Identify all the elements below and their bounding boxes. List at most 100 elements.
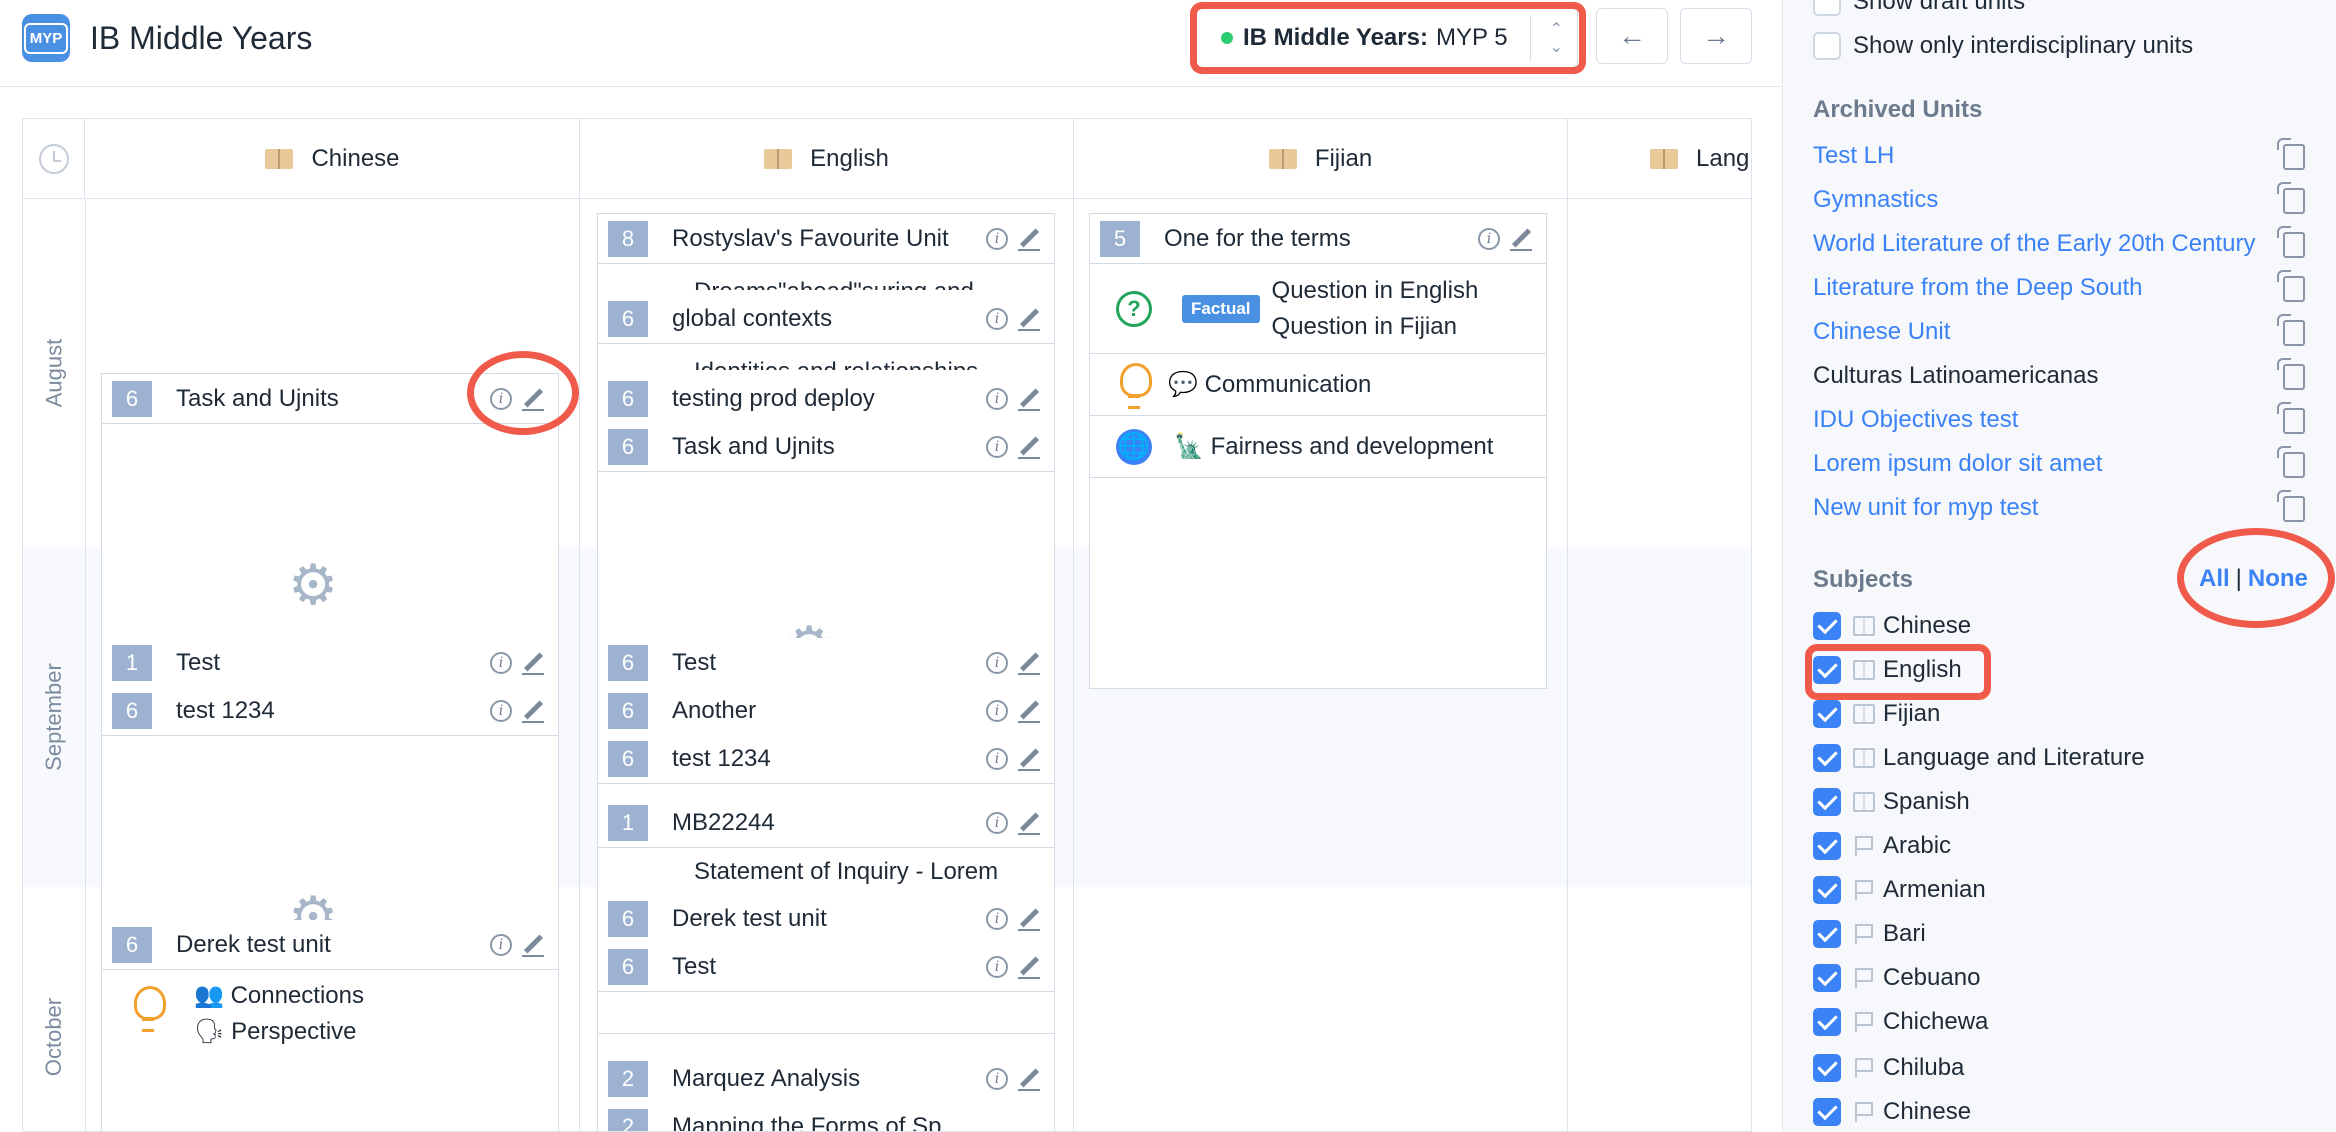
archived-unit-link[interactable]: Chinese Unit	[1813, 318, 2263, 346]
info-icon[interactable]: i	[1478, 227, 1500, 250]
subject-checkbox-arabic[interactable]	[1813, 832, 1841, 860]
edit-icon[interactable]	[522, 387, 544, 411]
restore-icon[interactable]	[2277, 226, 2305, 258]
info-icon[interactable]: i	[986, 387, 1008, 410]
info-icon[interactable]: i	[986, 1067, 1008, 1090]
info-icon[interactable]: i	[986, 307, 1008, 330]
info-icon[interactable]: i	[986, 227, 1008, 250]
edit-icon[interactable]	[522, 651, 544, 675]
restore-icon[interactable]	[2277, 446, 2305, 478]
edit-icon[interactable]	[1018, 811, 1040, 835]
subject-checkbox-chinese-2[interactable]	[1813, 1098, 1841, 1126]
restore-icon[interactable]	[2277, 270, 2305, 302]
unit-row[interactable]: 6 test 1234 i	[598, 734, 1054, 784]
subject-checkbox-fijian[interactable]	[1813, 700, 1841, 728]
archived-unit-link[interactable]: Literature from the Deep South	[1813, 274, 2263, 302]
info-icon[interactable]: i	[490, 699, 512, 722]
column-header-lang[interactable]: Lang	[1568, 119, 1751, 199]
subject-checkbox-chiluba[interactable]	[1813, 1054, 1841, 1082]
unit-row[interactable]: 2 Mapping the Forms of Sp	[598, 1102, 1054, 1131]
column-divider	[1073, 199, 1074, 1131]
prev-button[interactable]: ←	[1596, 8, 1668, 64]
edit-icon[interactable]	[1018, 651, 1040, 675]
info-icon[interactable]: i	[986, 651, 1008, 674]
app-logo[interactable]: MYP	[22, 14, 70, 62]
restore-icon[interactable]	[2277, 138, 2305, 170]
unit-title: Test	[672, 648, 717, 676]
unit-row[interactable]: 6 global contexts i	[598, 294, 1054, 344]
archived-unit-link[interactable]: Test LH	[1813, 142, 2263, 170]
unit-row[interactable]: 6 test 1234 i	[102, 686, 558, 736]
unit-title: Test	[176, 648, 221, 676]
unit-row[interactable]: 1 Test i	[102, 638, 558, 688]
info-icon[interactable]: i	[986, 435, 1008, 458]
subject-checkbox-language-and-literature[interactable]	[1813, 744, 1841, 772]
concept-text: Connections	[230, 982, 364, 1009]
unit-row[interactable]: 8 Rostyslav's Favourite Unit i	[598, 214, 1054, 264]
info-icon[interactable]: i	[490, 387, 512, 410]
subject-checkbox-chinese[interactable]	[1813, 612, 1841, 640]
show-idu-checkbox[interactable]	[1813, 32, 1841, 60]
edit-icon[interactable]	[1018, 955, 1040, 979]
info-icon[interactable]: i	[986, 955, 1008, 978]
archived-unit-link[interactable]: World Literature of the Early 20th Centu…	[1813, 230, 2259, 258]
edit-icon[interactable]	[1018, 699, 1040, 723]
info-icon[interactable]: i	[490, 651, 512, 674]
edit-icon[interactable]	[1018, 1067, 1040, 1091]
edit-icon[interactable]	[1018, 387, 1040, 411]
archived-unit-link[interactable]: Lorem ipsum dolor sit amet	[1813, 450, 2263, 478]
info-icon[interactable]: i	[986, 907, 1008, 930]
info-icon[interactable]: i	[986, 747, 1008, 770]
restore-icon[interactable]	[2277, 182, 2305, 214]
unit-title: Marquez Analysis	[672, 1064, 861, 1092]
restore-icon[interactable]	[2277, 358, 2305, 390]
unit-row[interactable]: 6 Task and Ujnits i	[102, 374, 558, 424]
archived-unit-link[interactable]: Gymnastics	[1813, 186, 2263, 214]
edit-icon[interactable]	[1510, 227, 1532, 251]
unit-card-fijian: 5 One for the terms i ? Factual Question i…	[1089, 213, 1547, 689]
edit-icon[interactable]	[1018, 307, 1040, 331]
column-header-fijian[interactable]: Fijian	[1074, 119, 1568, 199]
subject-checkbox-armenian[interactable]	[1813, 876, 1841, 904]
unit-row[interactable]: 6 Derek test unit i	[102, 920, 558, 970]
restore-icon[interactable]	[2277, 314, 2305, 346]
subject-label: Chiluba	[1883, 1054, 1965, 1081]
archived-unit-link[interactable]: IDU Objectives test	[1813, 406, 2263, 434]
column-header-chinese[interactable]: Chinese	[86, 119, 580, 199]
info-icon[interactable]: i	[986, 699, 1008, 722]
unit-row[interactable]: 6 Test i	[598, 638, 1054, 688]
unit-row[interactable]: 6 Another i	[598, 686, 1054, 736]
unit-row[interactable]: 6 Test i	[598, 942, 1054, 992]
edit-icon[interactable]	[1018, 747, 1040, 771]
program-select[interactable]: IB Middle Years: MYP 5 ⌃ ⌄	[1194, 8, 1578, 68]
next-button[interactable]: →	[1680, 8, 1752, 64]
concepts: 👥 Connections 🗣 Perspective	[194, 978, 364, 1050]
subject-checkbox-spanish[interactable]	[1813, 788, 1841, 816]
edit-icon[interactable]	[1018, 435, 1040, 459]
unit-row[interactable]: 2 Marquez Analysis i	[598, 1054, 1054, 1104]
subject-checkbox-chichewa[interactable]	[1813, 1008, 1841, 1036]
select-none-link[interactable]: None	[2248, 565, 2308, 592]
unit-row[interactable]: 5 One for the terms i	[1090, 214, 1546, 264]
select-all-link[interactable]: All	[2199, 565, 2230, 592]
edit-icon[interactable]	[522, 699, 544, 723]
unit-row[interactable]: 6 Task and Ujnits i	[598, 422, 1054, 472]
unit-row[interactable]: 6 Derek test unit i	[598, 894, 1054, 944]
subjects-heading: Subjects	[1813, 566, 1914, 593]
flag-icon	[1855, 1012, 1877, 1032]
restore-icon[interactable]	[2277, 402, 2305, 434]
info-icon[interactable]: i	[490, 933, 512, 956]
show-draft-checkbox[interactable]	[1813, 0, 1841, 16]
subject-checkbox-bari[interactable]	[1813, 920, 1841, 948]
info-icon[interactable]: i	[986, 811, 1008, 834]
column-header-english[interactable]: English	[580, 119, 1074, 199]
unit-row[interactable]: 6 testing prod deploy i	[598, 374, 1054, 424]
unit-row[interactable]: 1 MB22244 i	[598, 798, 1054, 848]
subject-checkbox-english[interactable]	[1813, 656, 1841, 684]
subject-checkbox-cebuano[interactable]	[1813, 964, 1841, 992]
edit-icon[interactable]	[522, 933, 544, 957]
archived-unit-link[interactable]: New unit for myp test	[1813, 494, 2263, 522]
edit-icon[interactable]	[1018, 907, 1040, 931]
restore-icon[interactable]	[2277, 490, 2305, 522]
edit-icon[interactable]	[1018, 227, 1040, 251]
